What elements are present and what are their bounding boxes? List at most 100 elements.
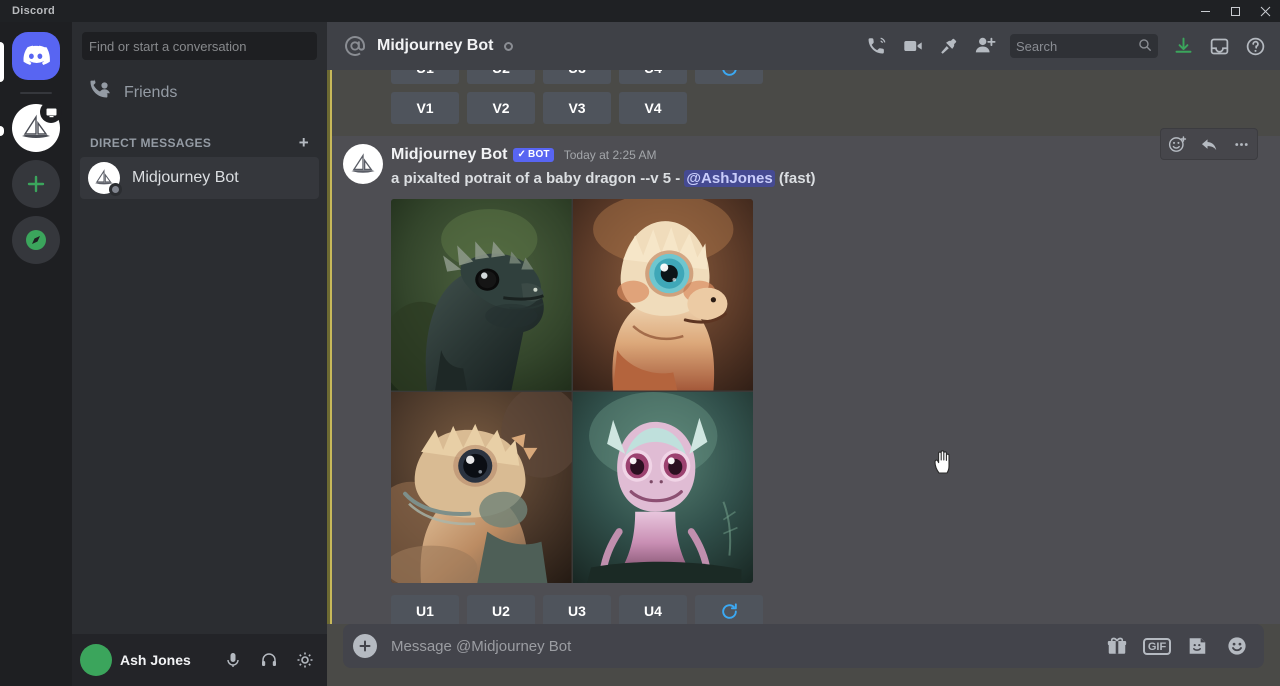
create-dm-button[interactable]: + [299,134,309,151]
main-column: Midjourney Bot Search V1 V2 V3 V4 Midjou… [327,22,1280,686]
unread-pill [0,126,4,136]
search-input[interactable]: Search [1010,34,1158,58]
dm-sidebar: Find or start a conversation Friends DIR… [72,22,327,686]
upscale-u4-button-previous[interactable]: U4 [619,70,687,84]
reroll-button[interactable] [695,595,763,624]
user-avatar[interactable] [80,644,112,676]
upscale-u3-button[interactable]: U3 [543,595,611,624]
user-name: Ash Jones [120,652,191,668]
start-video-call-icon[interactable] [896,30,930,62]
dragon-image-3[interactable] [391,391,572,583]
variation-v3-button[interactable]: V3 [543,92,611,124]
sidebar-item-add-server[interactable] [12,160,60,208]
sidebar-item-explore[interactable] [12,216,60,264]
channel-name: Midjourney Bot [377,37,494,54]
server-rail [0,22,72,686]
rail-divider [20,92,52,94]
upscale-u1-button-previous[interactable]: U1 [391,70,459,84]
settings-icon[interactable] [291,646,319,674]
message-body: Midjourney Bot ✓ BOT Today at 2:25 AM a … [332,144,1280,624]
sidebar-item-friends[interactable]: Friends [80,72,319,114]
gift-icon[interactable] [1104,633,1130,659]
sidebar-item-midjourney[interactable] [12,101,62,152]
direct-messages-label: DIRECT MESSAGES [90,135,212,150]
message-list[interactable]: U1 U2 U3 U4 V1 V2 V3 V4 [327,70,1280,624]
status-indicator [109,183,122,196]
upscale-u4-button[interactable]: U4 [619,595,687,624]
plus-icon [27,175,45,193]
refresh-icon [722,70,736,76]
upload-attachment-button[interactable] [353,634,377,658]
app-title: Discord [12,5,56,17]
pinned-messages-icon[interactable] [932,30,966,62]
dragon-image-2[interactable] [572,199,753,391]
dm-nav-list: Friends DIRECT MESSAGES + Midjourney Bot [72,68,327,634]
help-icon[interactable] [1238,30,1272,62]
previous-message-actions: U1 U2 U3 U4 V1 V2 V3 V4 [327,70,1280,132]
sidebar-item-label: Midjourney Bot [132,169,239,186]
sticker-icon[interactable] [1184,633,1210,659]
avatar [88,162,122,196]
downloads-icon[interactable] [1166,30,1200,62]
mute-icon[interactable] [219,646,247,674]
upscale-u2-button[interactable]: U2 [467,595,535,624]
friends-icon [88,78,112,108]
window-controls [1190,0,1280,22]
upscale-u1-button[interactable]: U1 [391,595,459,624]
variation-v1-button[interactable]: V1 [391,92,459,124]
add-friends-icon[interactable] [968,30,1002,62]
friends-label: Friends [124,84,178,101]
window-body: Find or start a conversation Friends DIR… [0,22,1280,686]
message-input[interactable]: Message @Midjourney Bot [391,638,1090,655]
message-item[interactable]: Midjourney Bot ✓ BOT Today at 2:25 AM a … [332,128,1280,624]
server-monitor-badge [40,101,62,123]
message-avatar[interactable] [343,144,383,184]
prompt-suffix: (fast) [778,170,816,187]
message-timestamp: Today at 2:25 AM [563,148,657,162]
direct-messages-header: DIRECT MESSAGES + [80,116,319,157]
message-prompt: a pixalted potrait of a baby dragon --v … [391,169,1280,189]
emoji-icon[interactable] [1224,633,1250,659]
minimize-button[interactable] [1190,0,1220,22]
upscale-button-row-previous: U1 U2 U3 U4 [391,70,1280,92]
discord-window: Discord Find or start a conversation Fri… [0,0,1280,686]
refresh-icon [721,602,737,619]
at-icon [343,34,367,58]
sidebar-item-home[interactable] [12,32,60,80]
maximize-button[interactable] [1220,0,1250,22]
message-composer: Message @Midjourney Bot GIF [327,624,1280,686]
dragon-image-1[interactable] [391,199,572,391]
message-author[interactable]: Midjourney Bot [391,146,507,164]
find-conversation-bar: Find or start a conversation [72,22,327,68]
sailboat-icon [351,152,375,173]
dragon-image-4[interactable] [572,391,753,583]
image-grid[interactable] [391,199,753,583]
upscale-u2-button-previous[interactable]: U2 [467,70,535,84]
mention-ashjones[interactable]: @AshJones [684,170,775,187]
upscale-u3-button-previous[interactable]: U3 [543,70,611,84]
sidebar-item-midjourney-bot[interactable]: Midjourney Bot [80,157,319,199]
inbox-icon[interactable] [1202,30,1236,62]
find-conversation-input[interactable]: Find or start a conversation [82,32,317,60]
channel-status-dot [504,41,514,51]
search-placeholder: Search [1016,38,1058,54]
start-call-icon[interactable] [860,30,894,62]
message-header: Midjourney Bot ✓ BOT Today at 2:25 AM [391,144,1280,166]
bot-badge-label: BOT [528,149,550,160]
gif-icon[interactable]: GIF [1142,633,1172,659]
monitor-icon [46,108,56,117]
reroll-button-previous[interactable] [695,70,763,84]
variation-v2-button[interactable]: V2 [467,92,535,124]
composer-box[interactable]: Message @Midjourney Bot GIF [343,624,1264,668]
variation-v4-button[interactable]: V4 [619,92,687,124]
close-button[interactable] [1250,0,1280,22]
channel-header: Midjourney Bot Search [327,22,1280,70]
user-panel: Ash Jones [72,634,327,686]
variation-button-row-previous: V1 V2 V3 V4 [391,92,1280,132]
bot-badge-check: ✓ [517,149,527,160]
prompt-text: a pixalted potrait of a baby dragon --v … [391,170,681,187]
active-server-pill [0,42,4,82]
deafen-icon[interactable] [255,646,283,674]
search-icon [1138,38,1152,55]
bot-badge: ✓ BOT [513,148,554,162]
